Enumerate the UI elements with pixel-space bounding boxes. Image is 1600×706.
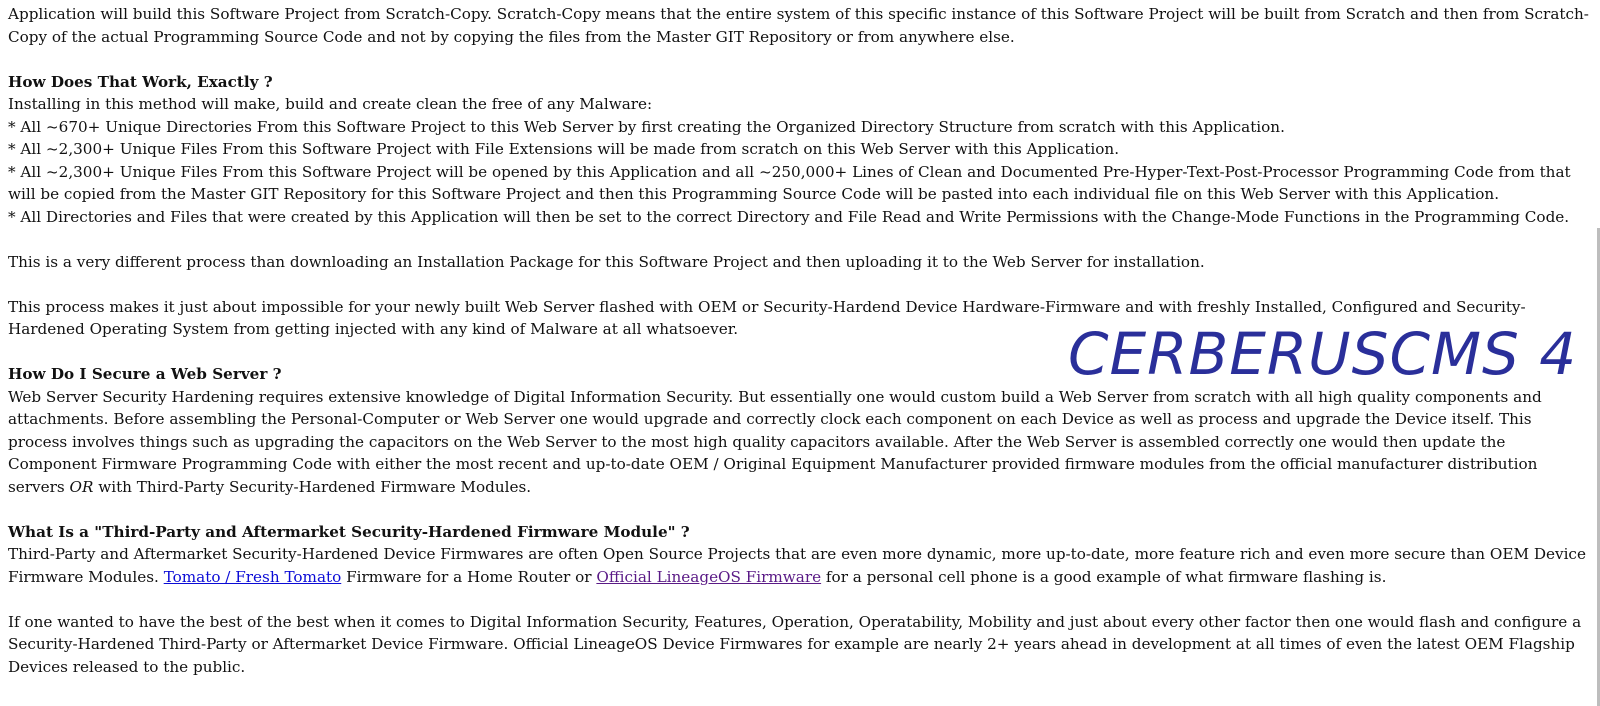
cerberuscms-logo: CERBERUSCMS 4 bbox=[1068, 320, 1578, 388]
secure-text-after: with Third-Party Security-Hardened Firmw… bbox=[93, 477, 532, 496]
firmware-paragraph: Third-Party and Aftermarket Security-Har… bbox=[8, 543, 1592, 588]
bullet-directories: * All ~670+ Unique Directories From this… bbox=[8, 117, 1285, 136]
best-of-best-paragraph: If one wanted to have the best of the be… bbox=[8, 612, 1582, 676]
lineageos-firmware-link[interactable]: Official LineageOS Firmware bbox=[596, 568, 821, 586]
heading-firmware-module: What Is a "Third-Party and Aftermarket S… bbox=[8, 522, 690, 541]
bullet-files-created: * All ~2,300+ Unique Files From this Sof… bbox=[8, 140, 1120, 158]
firmware-text-middle: Firmware for a Home Router or bbox=[341, 567, 597, 586]
firmware-text-after: for a personal cell phone is a good exam… bbox=[821, 567, 1387, 586]
bullet-permissions: * All Directories and Files that were cr… bbox=[8, 207, 1570, 226]
intro-paragraph: Application will build this Software Pro… bbox=[8, 5, 1589, 46]
secure-paragraph: Web Server Security Hardening requires e… bbox=[8, 386, 1592, 499]
bullet-files-opened: * All ~2,300+ Unique Files From this Sof… bbox=[8, 162, 1571, 204]
document-page: Application will build this Software Pro… bbox=[0, 0, 1600, 706]
tomato-firmware-link[interactable]: Tomato / Fresh Tomato bbox=[164, 568, 342, 586]
heading-how-it-works: How Does That Work, Exactly ? bbox=[8, 72, 273, 91]
difference-paragraph: This is a very different process than do… bbox=[8, 252, 1205, 271]
how-it-works-lead: Installing in this method will make, bui… bbox=[8, 95, 653, 113]
secure-emphasis-or: OR bbox=[69, 477, 94, 496]
